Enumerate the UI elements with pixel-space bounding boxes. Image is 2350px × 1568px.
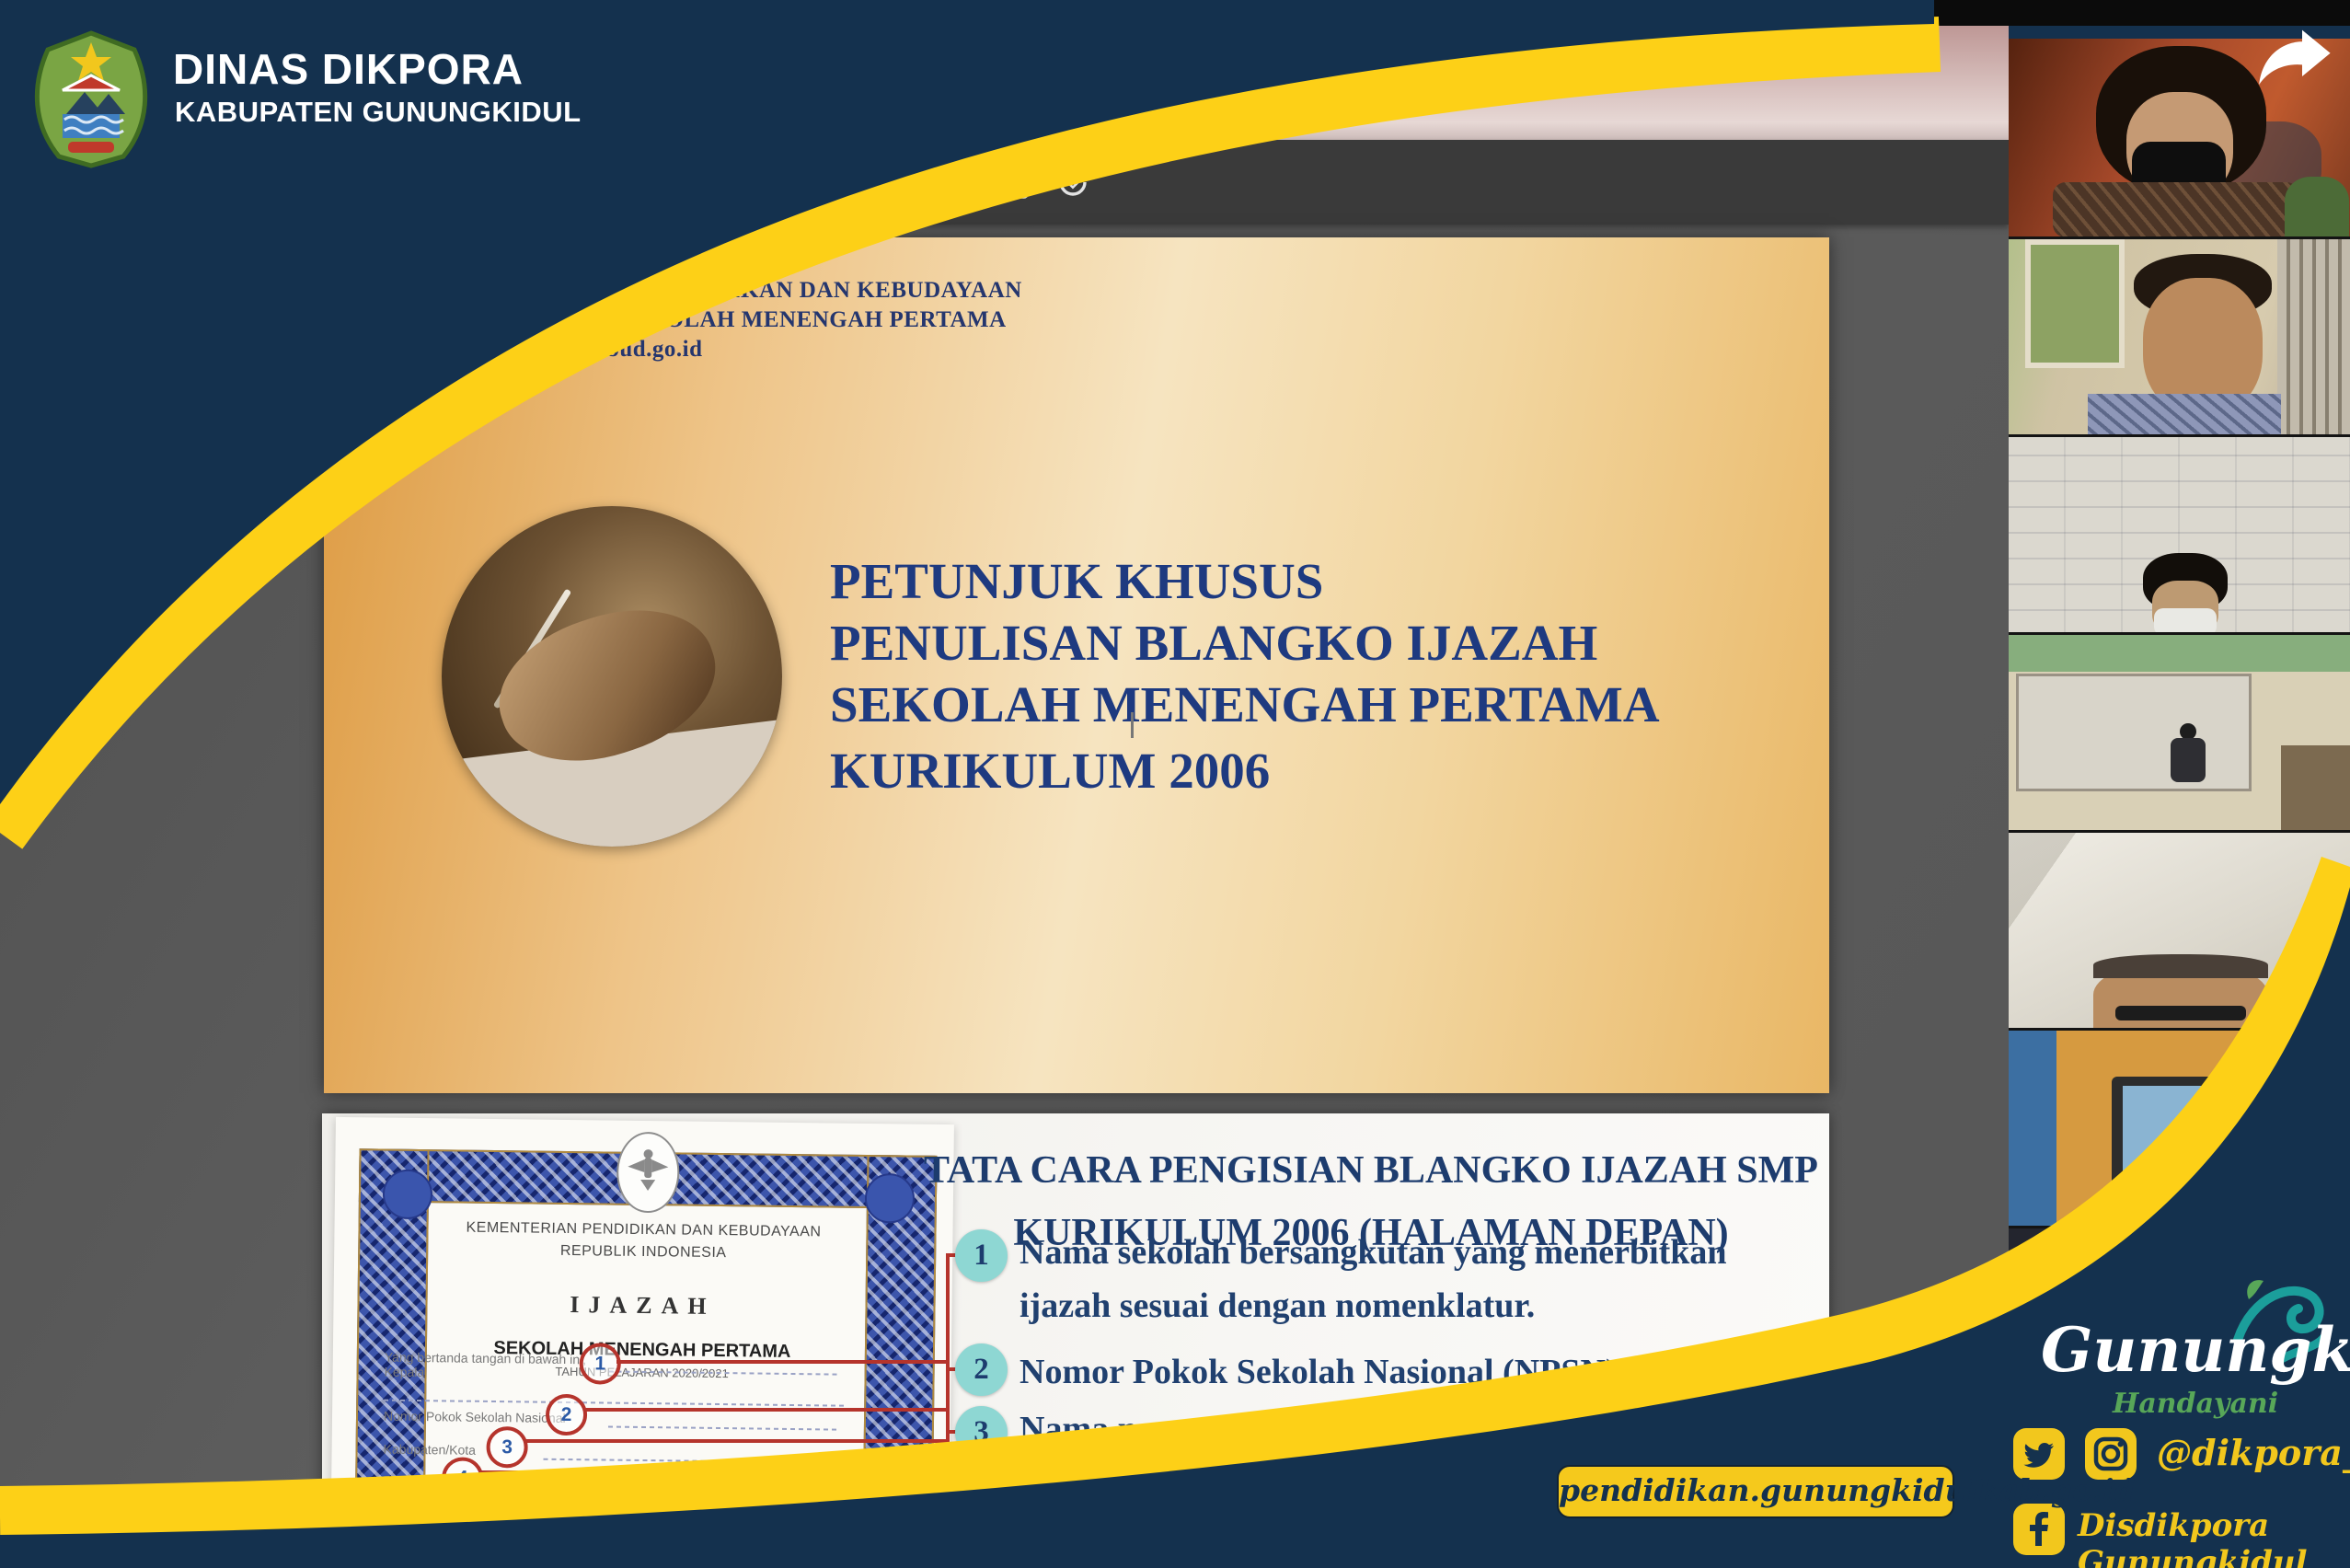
app-window: 12 / 55 − 100% +	[0, 0, 2350, 1568]
page-number-input[interactable]: 12	[609, 162, 659, 202]
cert-marker-2: 2	[546, 1394, 588, 1436]
slide-title-line3: SEKOLAH MENENGAH PERTAMA	[830, 674, 1660, 735]
cert-field-label: Kabupaten/Kota	[383, 1442, 476, 1458]
tut-wuri-handayani-logo-icon	[344, 261, 438, 423]
red-connector-line	[946, 1253, 950, 1474]
red-connector-line	[526, 1439, 946, 1443]
participant-video-3[interactable]	[2009, 434, 2350, 635]
zoom-out-button[interactable]: −	[771, 160, 789, 196]
item-number-3: 3	[955, 1406, 1008, 1458]
red-connector-line	[616, 1360, 946, 1364]
participant-video-5[interactable]	[2009, 830, 2350, 1031]
facebook-name[interactable]: Disdikpora Gunungkidul	[2078, 1507, 2350, 1568]
ijazah-certificate-image: KEMENTERIAN PENDIDIKAN DAN KEBUDAYAAN RE…	[330, 1117, 954, 1568]
text-cursor	[1131, 712, 1134, 738]
writing-hand-photo	[442, 506, 782, 847]
cert-field-label: Yang bertanda tangan di bawah ini, Kepal…	[385, 1350, 596, 1382]
item-text-3-line2: mencoret) me	[1019, 1456, 1224, 1509]
page-separator: /	[670, 162, 677, 202]
org-subtitle: KABUPATEN GUNUNGKIDUL	[175, 96, 582, 129]
share-arrow-icon[interactable]	[2252, 26, 2335, 94]
pdf-toolbar: 12 / 55 − 100% +	[0, 140, 2009, 225]
toolbar-divider	[962, 165, 964, 200]
slide-title-line2: PENULISAN BLANGKO IJAZAH	[830, 612, 1597, 674]
facebook-icon[interactable]	[2013, 1504, 2065, 1555]
item-text-1-line2: ijazah sesuai dengan nomenklatur.	[1019, 1279, 1535, 1332]
website-banner[interactable]: pendidikan.gunungkidulkab.go.id	[1557, 1465, 1954, 1518]
social-handle[interactable]: @dikpora_gk	[2157, 1432, 2350, 1473]
item-number-2: 2	[955, 1343, 1008, 1396]
ministry-line1: KEMENTERIAN PENDIDIKAN DAN KEBUDAYAAN	[453, 276, 1022, 305]
slide-title-line1: PETUNJUK KHUSUS	[830, 550, 1323, 612]
zoom-level-input[interactable]: 100%	[813, 162, 893, 202]
sidebar-top-strip	[1932, 0, 2350, 26]
page-total: 55	[688, 162, 716, 202]
cert-field-label: Nomor Pokok Sekolah Nasional	[384, 1409, 566, 1425]
red-connector-line	[480, 1470, 784, 1474]
participant-video-6[interactable]	[2009, 1028, 2350, 1228]
item-number-1: 1	[955, 1229, 1008, 1282]
item-text-2: Nomor Pokok Sekolah Nasional (NPSN)	[1019, 1345, 1618, 1399]
org-name: DINAS DIKPORA	[173, 44, 524, 94]
participant-video-2[interactable]	[2009, 236, 2350, 437]
garuda-emblem-icon	[616, 1132, 680, 1214]
brand-tagline: Handayani	[2113, 1388, 2278, 1420]
slide-title-line4: KURIKULUM 2006	[830, 740, 1270, 801]
zoom-in-button[interactable]: +	[909, 158, 928, 197]
red-connector-line	[585, 1408, 946, 1412]
toolbar-divider	[742, 165, 743, 200]
slide2-heading-line1: TATA CARA PENGISIAN BLANGKO IJAZAH SMP	[911, 1139, 1831, 1202]
cert-marker-4: 4	[442, 1457, 484, 1499]
ministry-line3: ditsmp.kemdikbud.go.id	[453, 335, 703, 363]
cert-note: menerangkan bahwa	[690, 1477, 811, 1493]
rotate-icon[interactable]	[1054, 164, 1091, 201]
participant-video-4[interactable]	[2009, 632, 2350, 833]
item-text-1-line1: Nama sekolah bersangkutan yang menerbitk…	[1019, 1226, 1727, 1279]
fit-page-icon[interactable]	[996, 164, 1032, 201]
presentation-slide-title: KEMENTERIAN PENDIDIKAN DAN KEBUDAYAAN DI…	[324, 237, 1829, 1093]
brand-name: Gunungkidul	[2041, 1314, 2350, 1386]
cert-field-label: Provinsi	[383, 1473, 429, 1489]
cert-marker-3: 3	[486, 1426, 528, 1469]
item-text-3-line1: Nama nomenklatur kabupaten/kota*) (	[1019, 1402, 1605, 1456]
gunungkidul-crest-icon	[22, 29, 160, 169]
ministry-line2: DIREKTORAT SEKOLAH MENENGAH PERTAMA	[453, 306, 1007, 334]
